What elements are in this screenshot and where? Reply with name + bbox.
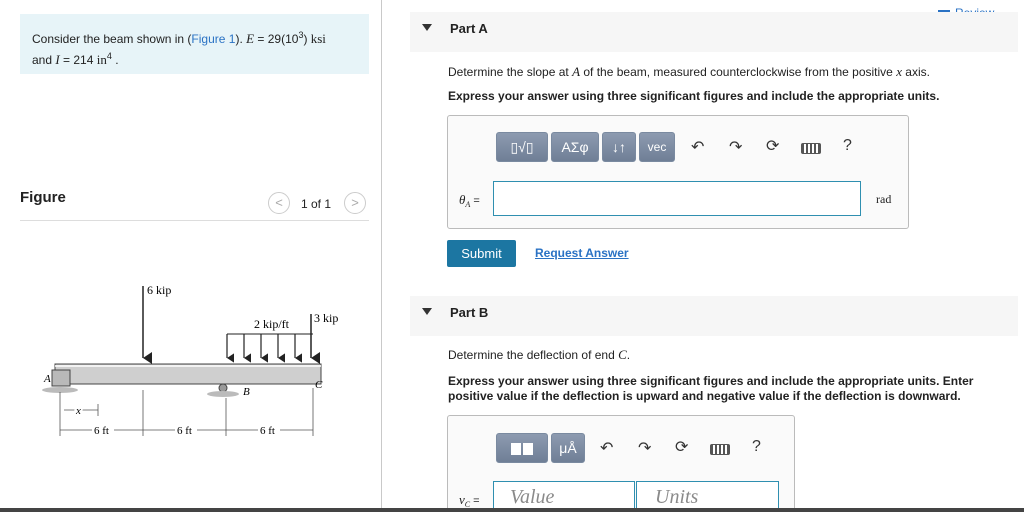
arrows-button[interactable]: ↓↑ — [602, 132, 636, 162]
units-symbols-button[interactable]: μÅ — [551, 433, 585, 463]
part-b-question-text: Determine the deflection of end — [448, 348, 619, 362]
span-2-label: 6 ft — [177, 425, 192, 437]
load-3kip-label: 3 kip — [314, 311, 338, 325]
prev-figure-button[interactable]: < — [268, 192, 290, 214]
x-dimension-label: x — [75, 405, 81, 417]
part-a-header[interactable]: Part A — [410, 12, 1018, 52]
theta-a-input[interactable] — [493, 181, 861, 216]
roller-b — [218, 383, 228, 393]
vc-label: vC = — [459, 492, 480, 509]
support-b-ground — [207, 391, 239, 397]
part-b-answer-box: μÅ ↶ ↷ ⟳ ? vC = Value Units — [447, 415, 795, 512]
templates-button[interactable]: ▯√▯ — [496, 132, 548, 162]
keyboard-icon[interactable] — [801, 143, 821, 154]
e-unit: ksi — [307, 31, 326, 46]
collapse-triangle-icon[interactable] — [422, 24, 432, 31]
v-equals: = — [470, 495, 480, 507]
left-panel: Consider the beam shown in (Figure 1). E… — [0, 0, 382, 512]
point-a-label: A — [43, 373, 51, 385]
part-a-instruction: Express your answer using three signific… — [448, 89, 940, 103]
problem-and: and — [32, 53, 56, 67]
keyboard-icon[interactable] — [710, 444, 730, 455]
part-b-header[interactable]: Part B — [410, 296, 1018, 336]
part-a-answer-box: ▯√▯ ΑΣφ ↓↑ vec ↶ ↷ ⟳ ? θA = rad — [447, 115, 909, 229]
problem-intro: Consider the beam shown in ( — [32, 32, 192, 46]
problem-statement: Consider the beam shown in (Figure 1). E… — [20, 14, 369, 74]
vec-button[interactable]: vec — [639, 132, 675, 162]
part-b-question-text-2: . — [626, 348, 631, 362]
figure-pager: 1 of 1 — [301, 197, 332, 211]
pin-support-a — [51, 369, 71, 387]
units-placeholder: Units — [655, 486, 699, 508]
box-icon — [523, 443, 533, 456]
redo-icon[interactable]: ↷ — [729, 137, 742, 157]
part-b-question-symbol: C — [618, 347, 627, 362]
bottom-edge — [0, 508, 1024, 512]
box-icon — [511, 443, 521, 456]
point-c-label: C — [315, 379, 323, 391]
reset-icon[interactable]: ⟳ — [766, 136, 779, 156]
beam-body — [54, 363, 322, 385]
undo-icon[interactable]: ↶ — [691, 137, 704, 157]
part-a-title: Part A — [450, 21, 488, 36]
part-b-question: Determine the deflection of end C. — [448, 347, 630, 363]
part-a-question-text-2: of the beam, measured counterclockwise f… — [580, 65, 897, 79]
collapse-triangle-icon[interactable] — [422, 308, 432, 315]
part-a-question-symbol: A — [572, 64, 581, 79]
unit-rad: rad — [876, 192, 892, 206]
i-unit: in — [96, 52, 107, 67]
value-placeholder: Value — [510, 486, 555, 508]
i-value: = 214 — [59, 53, 97, 67]
greek-symbols-button[interactable]: ΑΣφ — [551, 132, 599, 162]
span-3-label: 6 ft — [260, 425, 275, 437]
help-button[interactable]: ? — [843, 137, 852, 155]
figure-heading: Figure — [20, 189, 66, 206]
beam-figure: A B C 6 kip 2 kip/ft 3 kip x x 6 ft 6 ft… — [42, 283, 338, 437]
next-figure-button[interactable]: > — [344, 192, 366, 214]
load-6kip-label: 6 kip — [147, 283, 171, 297]
panel-divider — [381, 0, 382, 512]
part-b-title: Part B — [450, 305, 489, 320]
span-1-label: 6 ft — [94, 425, 109, 437]
part-a-question: Determine the slope at A of the beam, me… — [448, 64, 930, 80]
problem-mid: ). — [235, 32, 247, 46]
request-answer-link[interactable]: Request Answer — [535, 246, 629, 260]
reset-icon[interactable]: ⟳ — [675, 437, 688, 457]
problem-end: . — [111, 53, 119, 67]
submit-button[interactable]: Submit — [447, 240, 516, 267]
part-a-question-text: Determine the slope at — [448, 65, 573, 79]
part-b-instruction: Express your answer using three signific… — [448, 374, 974, 403]
figure-link[interactable]: Figure 1 — [191, 32, 235, 46]
point-b-label: B — [243, 386, 250, 398]
e-value: = 29(10 — [254, 32, 299, 46]
theta-equals: = — [470, 195, 480, 207]
undo-icon[interactable]: ↶ — [600, 438, 613, 458]
redo-icon[interactable]: ↷ — [638, 438, 651, 458]
units-templates-button[interactable] — [496, 433, 548, 463]
e-symbol: E — [246, 31, 255, 46]
help-button[interactable]: ? — [752, 438, 761, 456]
figure-divider — [20, 220, 369, 221]
dist-load-label: 2 kip/ft — [254, 317, 290, 331]
theta-a-label: θA = — [459, 192, 480, 209]
part-a-question-text-3: axis. — [901, 65, 930, 79]
